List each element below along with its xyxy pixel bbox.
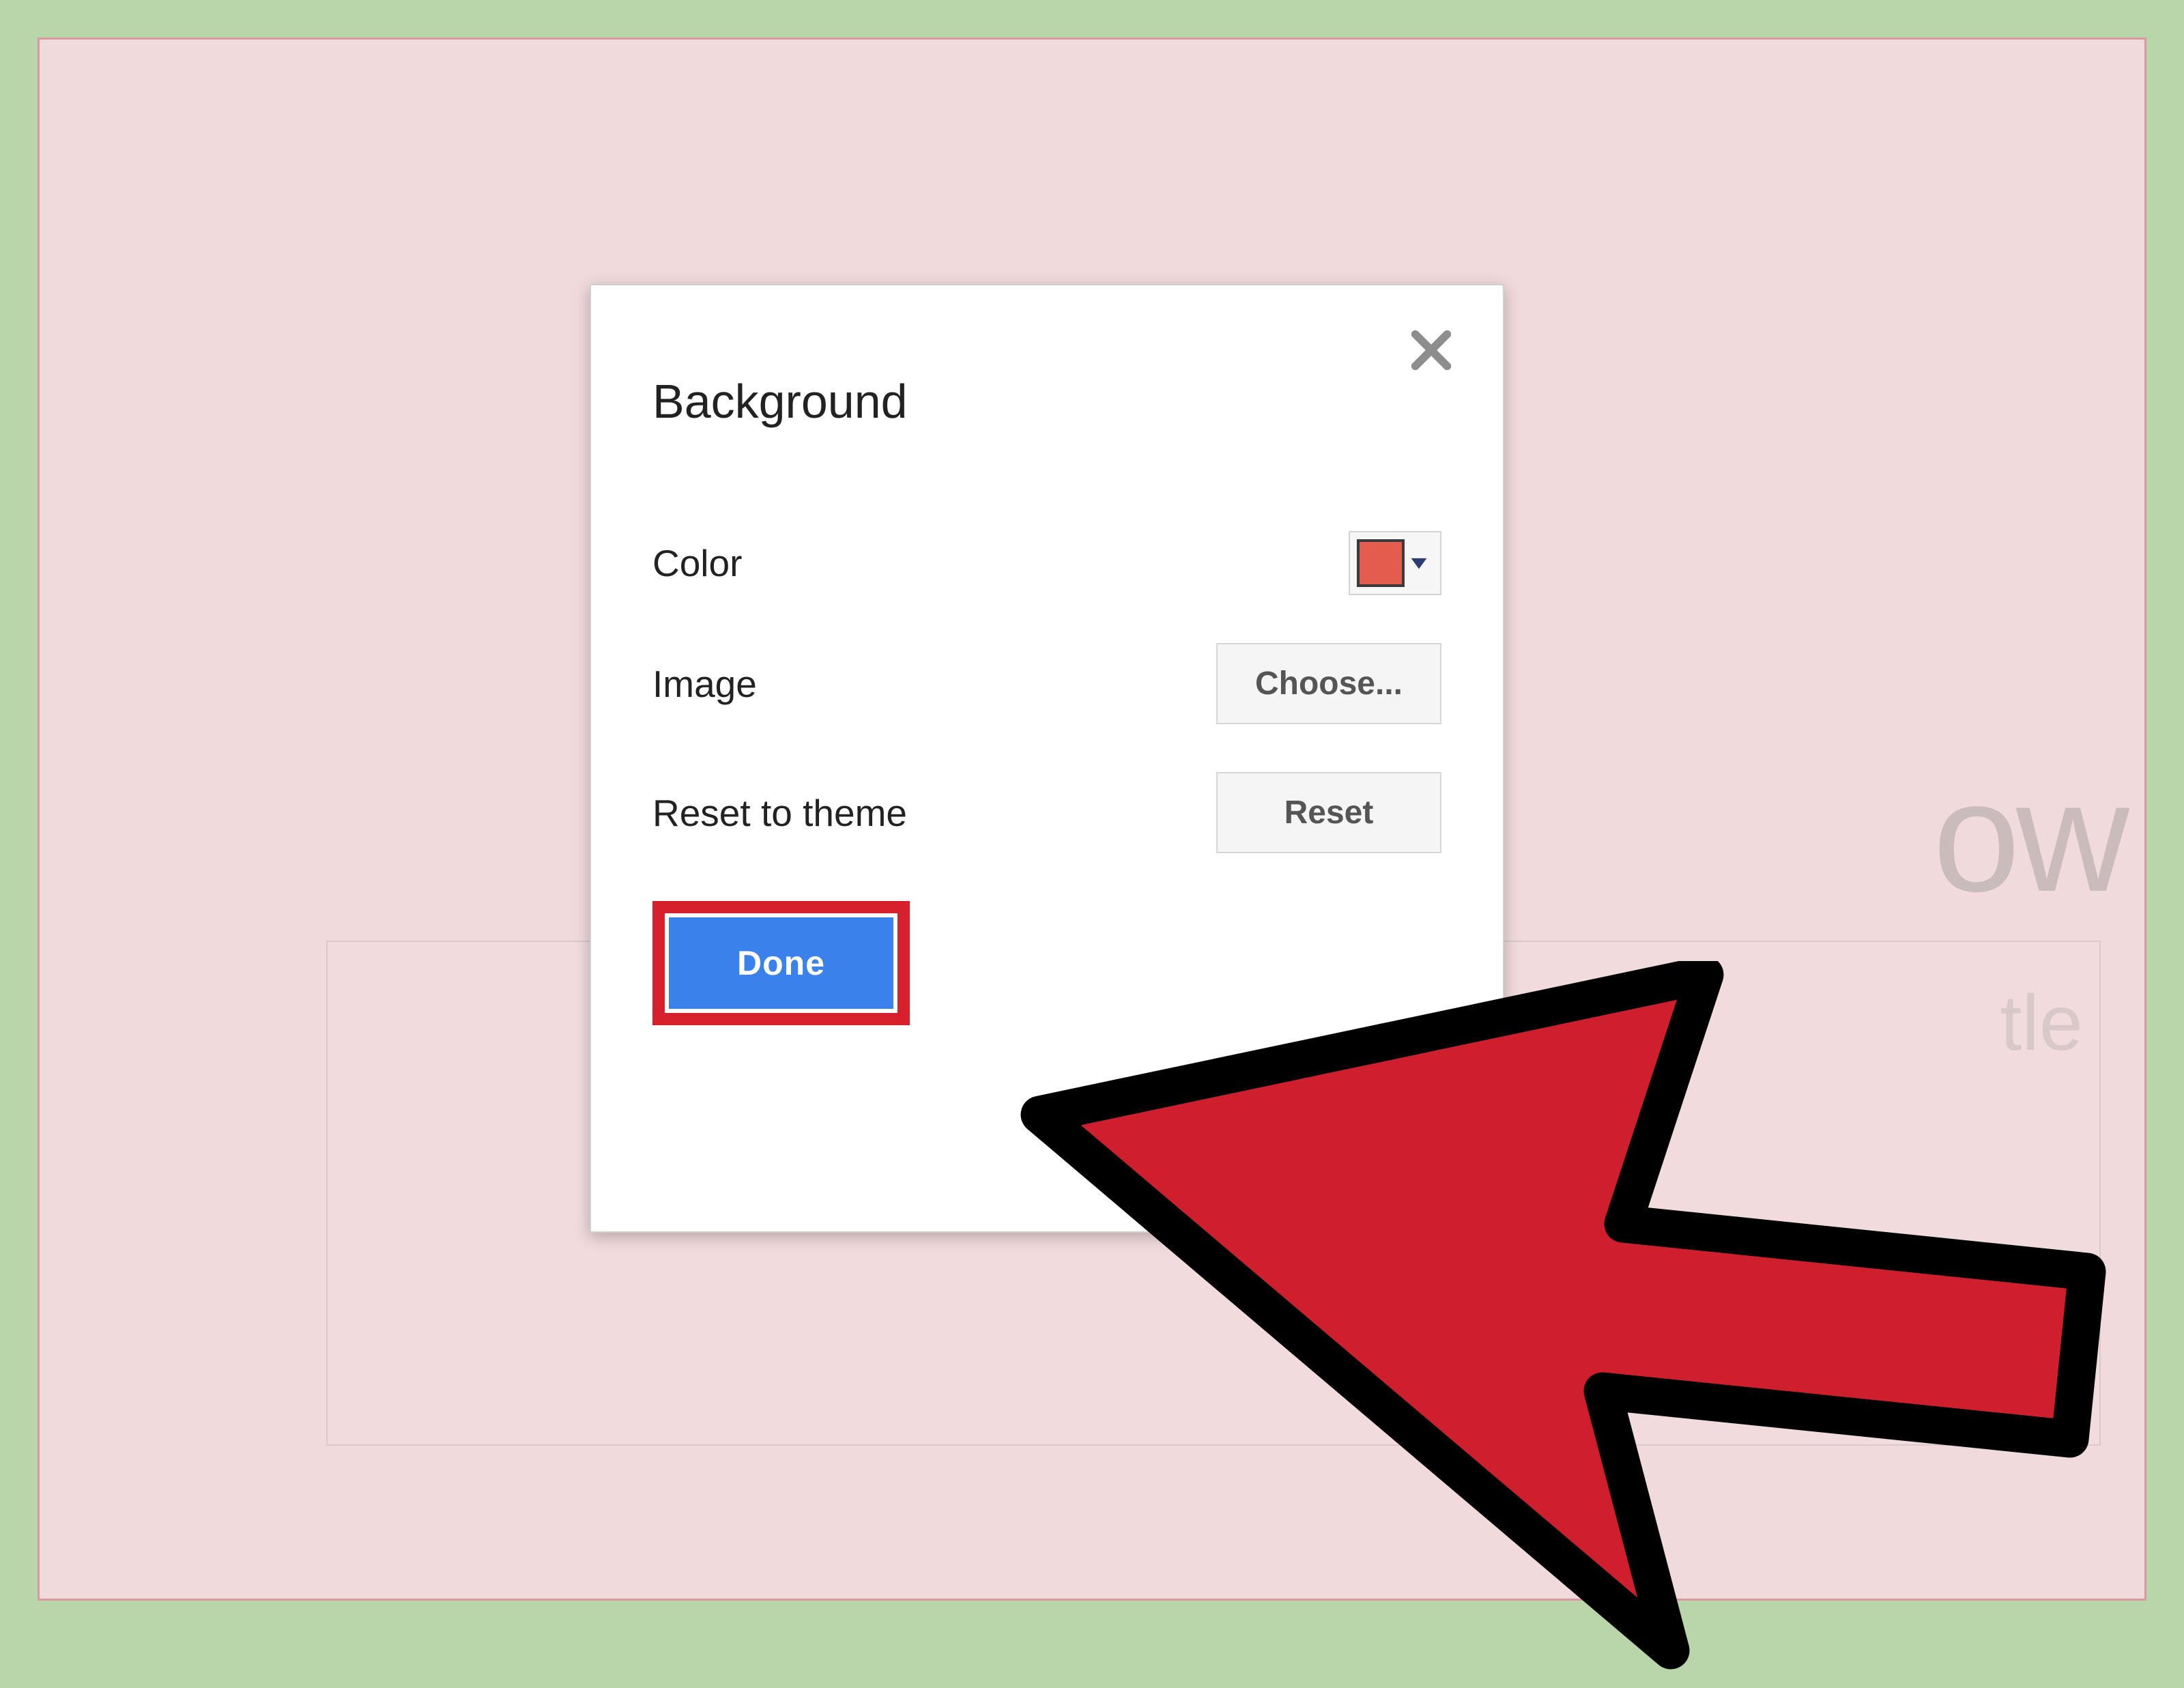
caret-down-icon xyxy=(1407,552,1431,575)
slide-title-partial: ow xyxy=(1933,746,2125,927)
close-button[interactable] xyxy=(1407,326,1455,374)
row-image: Image Choose... xyxy=(652,643,1441,724)
slide-subtitle-partial: tle xyxy=(2000,978,2083,1068)
choose-image-button[interactable]: Choose... xyxy=(1216,643,1441,724)
reset-label: Reset to theme xyxy=(652,791,907,835)
color-swatch-icon xyxy=(1357,539,1405,587)
reset-button[interactable]: Reset xyxy=(1216,772,1441,853)
dialog-rows: Color Image Choose... Reset to theme Res… xyxy=(652,531,1441,853)
image-label: Image xyxy=(652,662,757,706)
dialog-title: Background xyxy=(652,374,1441,429)
color-label: Color xyxy=(652,541,742,585)
row-reset: Reset to theme Reset xyxy=(652,772,1441,853)
background-dialog: Background Color Image Choose... Reset t… xyxy=(590,284,1504,1233)
close-icon xyxy=(1407,326,1455,374)
dialog-action-row: Done xyxy=(652,901,1441,1025)
tutorial-frame: ow tle Background Color Image xyxy=(38,38,2146,1601)
color-picker-button[interactable] xyxy=(1349,531,1441,595)
done-button-highlight: Done xyxy=(652,901,910,1025)
done-button[interactable]: Done xyxy=(669,917,893,1009)
row-color: Color xyxy=(652,531,1441,595)
